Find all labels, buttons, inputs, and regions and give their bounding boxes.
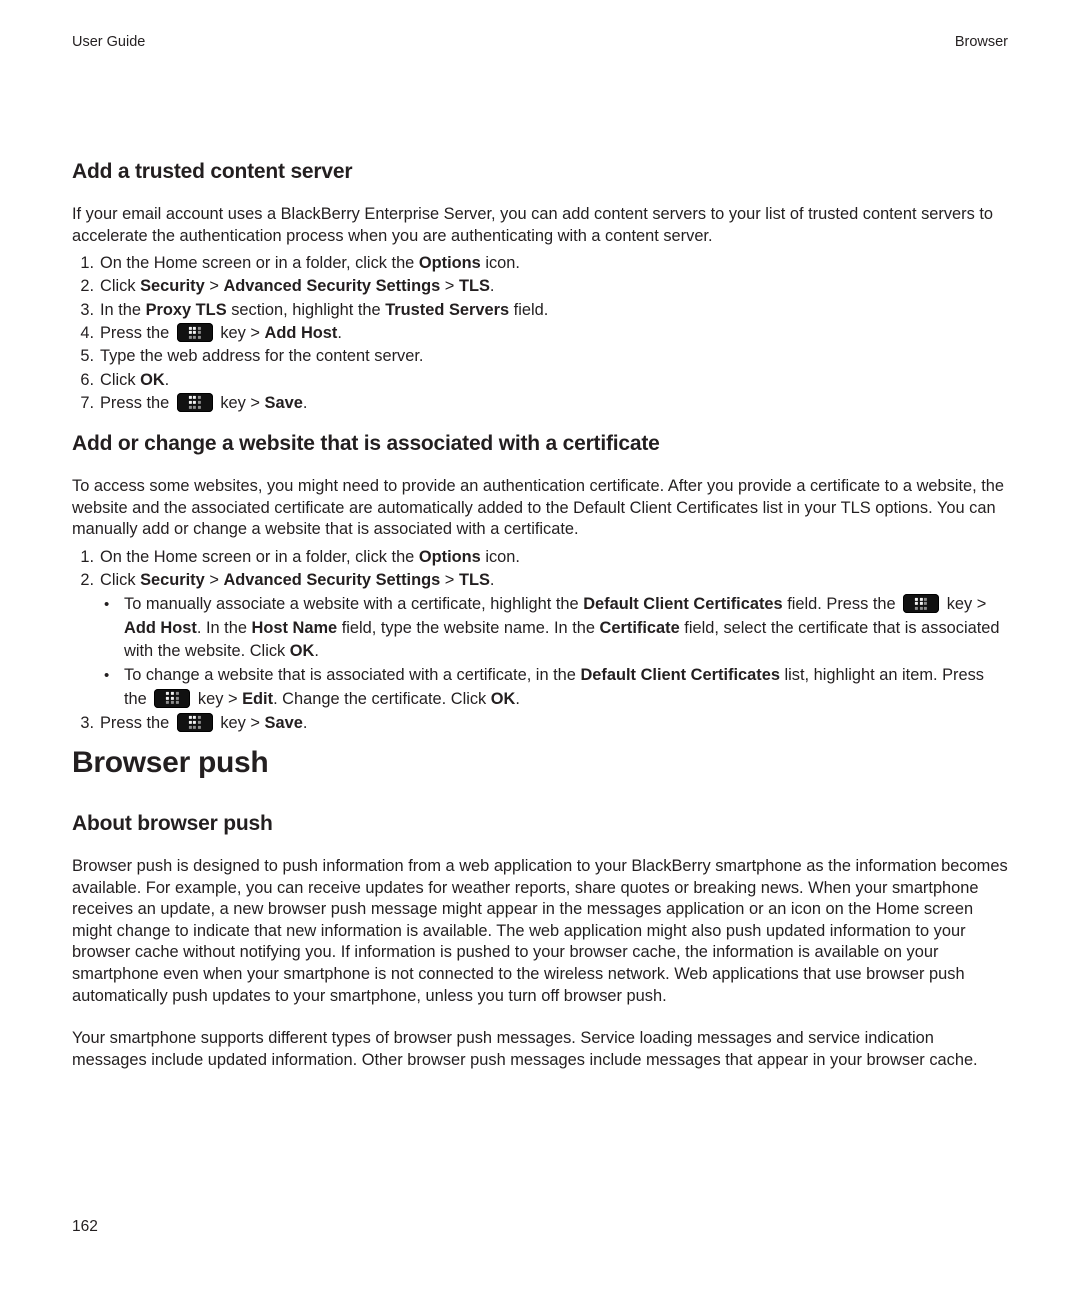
section-heading: Add or change a website that is associat…	[72, 432, 660, 455]
chapter-title: Browser push	[72, 746, 269, 779]
step-number: 2.	[80, 571, 94, 590]
bullet-icon: •	[104, 667, 110, 685]
step-number: 7.	[80, 393, 94, 412]
emphasis-text: Host Name	[251, 618, 338, 637]
page-number: 162	[72, 1218, 98, 1235]
running-head-left: User Guide	[72, 34, 146, 50]
menu-key-icon	[176, 392, 213, 412]
menu-key-icon	[176, 323, 213, 343]
step-number: 3.	[80, 713, 94, 732]
menu-key-icon	[154, 688, 191, 708]
steps-list: 1. On the Home screen or in a folder, cli…	[72, 252, 1008, 415]
paragraph-2: Your smartphone supports different types…	[72, 1029, 978, 1069]
emphasis-text: Advanced Security Settings	[223, 277, 441, 296]
emphasis-text: Proxy TLS	[145, 300, 227, 319]
emphasis-text: Edit	[242, 689, 274, 708]
step-number: 2.	[80, 277, 94, 296]
step-number: 4.	[80, 324, 94, 343]
emphasis-text: Default Client Certificates	[583, 595, 783, 614]
emphasis-text: OK	[140, 370, 165, 389]
step-item: 5. Type the web address for the content s…	[72, 345, 1008, 368]
list-item: • To manually associate a website with a …	[104, 594, 1000, 660]
step-number: 3.	[80, 300, 94, 319]
step-item: 4. Press the key > Add Host.	[72, 322, 1008, 345]
section-intro: To access some websites, you might need …	[72, 477, 1005, 539]
step-item: 6. Click OK.	[72, 369, 1008, 392]
step-number: 5.	[80, 347, 94, 366]
step-number: 1.	[80, 547, 94, 566]
document-page: User Guide Browser Add a trusted content…	[0, 0, 1080, 1296]
emphasis-text: OK	[490, 689, 516, 708]
emphasis-text: Trusted Servers	[385, 300, 510, 319]
emphasis-text: OK	[289, 641, 315, 660]
running-head-right: Browser	[954, 34, 1008, 50]
step-number: 6.	[80, 370, 94, 389]
steps-list-after: 3. Press the key > Save.	[72, 712, 1008, 735]
step-item: 1. On the Home screen or in a folder, cli…	[72, 546, 1008, 569]
section-trusted-content-server: Add a trusted content server If your ema…	[72, 160, 1008, 415]
emphasis-text: Security	[140, 571, 205, 590]
menu-key-icon	[903, 594, 940, 614]
emphasis-text: Advanced Security Settings	[223, 571, 441, 590]
emphasis-text: Default Client Certificates	[580, 666, 780, 685]
step-item: 1. On the Home screen or in a folder, cli…	[72, 252, 1008, 275]
step-item: 3. In the Proxy TLS section, highlight th…	[72, 299, 1008, 322]
emphasis-text: Add Host	[264, 324, 338, 343]
list-item: • To change a website that is associated …	[104, 666, 984, 708]
step-item: 7. Press the key > Save.	[72, 392, 1008, 415]
step-item: 2. Click Security > Advanced Security Set…	[72, 569, 1008, 592]
menu-key-icon	[176, 712, 213, 732]
section-intro: If your email account uses a BlackBerry …	[72, 205, 994, 245]
emphasis-text: Security	[140, 277, 205, 296]
steps-list: 1. On the Home screen or in a folder, cli…	[72, 546, 1008, 593]
paragraph-1: Browser push is designed to push informa…	[72, 857, 1008, 1005]
section-heading: About browser push	[72, 812, 273, 835]
emphasis-text: TLS	[458, 571, 490, 590]
step-number: 1.	[80, 254, 94, 273]
emphasis-text: Options	[418, 547, 481, 566]
section-heading: Add a trusted content server	[72, 160, 353, 183]
emphasis-text: Add Host	[124, 618, 197, 637]
emphasis-text: TLS	[458, 277, 490, 296]
emphasis-text: Save	[264, 713, 303, 732]
step-item: 2. Click Security > Advanced Security Set…	[72, 275, 1008, 298]
emphasis-text: Options	[418, 254, 481, 273]
section-browser-push: Browser push About browser push Browser …	[72, 746, 1008, 1071]
section-website-certificate: Add or change a website that is associat…	[72, 432, 1008, 735]
running-head: User Guide Browser	[72, 34, 1008, 50]
emphasis-text: Certificate	[599, 618, 680, 637]
emphasis-text: Save	[264, 393, 303, 412]
bullet-icon: •	[104, 596, 110, 614]
step-item: 3. Press the key > Save.	[72, 712, 1008, 735]
bullet-list: • To manually associate a website with a …	[100, 593, 1008, 710]
